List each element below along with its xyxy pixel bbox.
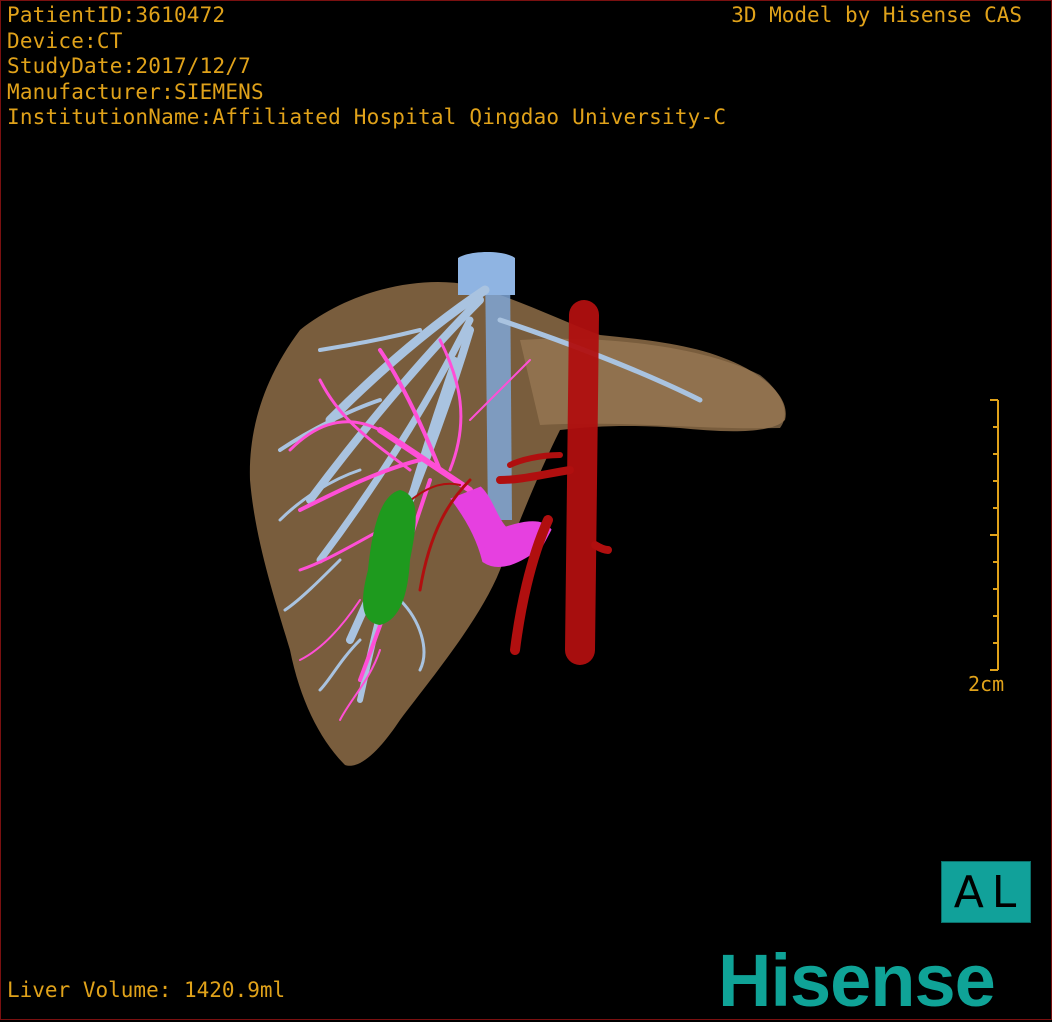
orientation-anterior-left-button[interactable]: AL	[941, 861, 1031, 923]
orientation-button-label: AL	[953, 866, 1025, 918]
institution-name: InstitutionName:Affiliated Hospital Qing…	[7, 105, 727, 129]
liver-volume: Liver Volume: 1420.9ml	[7, 978, 286, 1002]
scale-bar-label: 2cm	[968, 672, 1005, 696]
device: Device:CT	[7, 28, 123, 53]
study-date: StudyDate:2017/12/7	[7, 54, 252, 78]
dicom-metadata: PatientID:3610472 Device:CT StudyDate:20…	[7, 3, 726, 131]
hisense-logo: Hisense	[718, 939, 996, 1022]
scale-bar	[990, 399, 999, 671]
patient-id: PatientID:3610472	[7, 3, 226, 27]
manufacturer: Manufacturer:SIEMENS	[7, 79, 264, 104]
3d-liver-model-viewport[interactable]	[0, 0, 1052, 1020]
model-credit: 3D Model by Hisense CAS	[731, 3, 1022, 27]
